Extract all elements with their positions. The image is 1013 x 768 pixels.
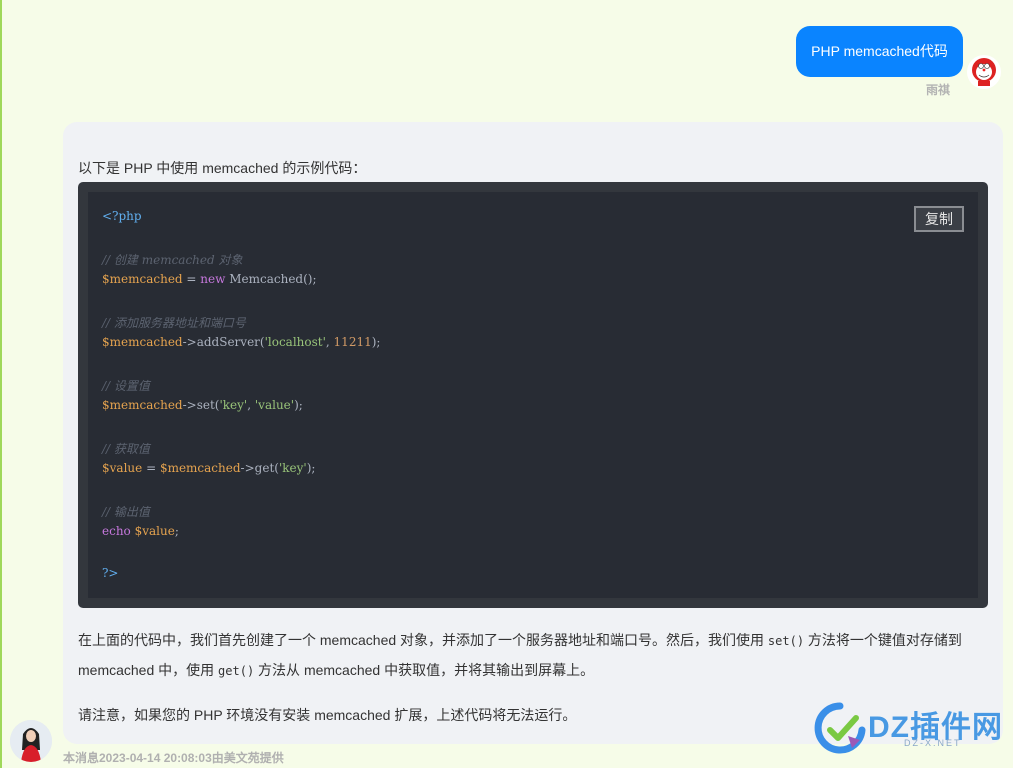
code-token: , xyxy=(247,398,255,412)
code-token: ->addServer( xyxy=(182,335,265,349)
user-name: 雨祺 xyxy=(926,83,951,97)
profile-photo-icon xyxy=(10,720,52,762)
doraemon-avatar-icon xyxy=(967,55,1001,89)
code-token: 'localhost' xyxy=(264,335,326,349)
inline-code: set() xyxy=(767,634,805,648)
code-line: ?> xyxy=(102,566,119,580)
code-comment: // 设置值 xyxy=(102,379,150,393)
code-line: $memcached->set('key', 'value'); xyxy=(102,398,303,412)
code-token: $memcached xyxy=(102,272,183,286)
code-token: ; xyxy=(174,524,179,538)
explanation-paragraph: memcached 中，使用 get() 方法从 memcached 中获取值，… xyxy=(78,660,594,680)
code-token: $value xyxy=(102,461,143,475)
code-token: 11211 xyxy=(333,335,372,349)
watermark-subtext: DZ-X.NET xyxy=(904,738,962,748)
code-token: 'key' xyxy=(278,461,307,475)
code-token: <?php xyxy=(102,209,142,223)
paragraph-text: 方法将一个键值对存储到 xyxy=(804,632,962,648)
code-line: $memcached->addServer('localhost', 11211… xyxy=(102,335,380,349)
explanation-paragraph: 在上面的代码中，我们首先创建了一个 memcached 对象，并添加了一个服务器… xyxy=(78,630,962,650)
code-token: $memcached xyxy=(102,398,183,412)
code-token: ?> xyxy=(102,566,119,580)
code-token: ->set( xyxy=(182,398,220,412)
user-avatar[interactable] xyxy=(966,54,1002,90)
code-token: Memcached(); xyxy=(225,272,317,286)
code-token: ); xyxy=(306,461,316,475)
code-token: $memcached xyxy=(159,461,241,475)
message-source-note: 本消息2023-04-14 20:08:03由美文苑提供 xyxy=(63,751,284,765)
left-border xyxy=(0,0,2,768)
user-message-bubble: PHP memcached代码 xyxy=(796,26,963,77)
code-line: // 输出值 xyxy=(102,503,150,520)
code-token: echo xyxy=(102,524,131,538)
code-comment: // 输出值 xyxy=(102,505,150,519)
code-token: = xyxy=(142,461,160,475)
code-token: ); xyxy=(294,398,303,412)
code-token: = xyxy=(182,272,201,286)
paragraph-text: 在上面的代码中，我们首先创建了一个 memcached 对象，并添加了一个服务器… xyxy=(78,632,768,648)
answer-intro: 以下是 PHP 中使用 memcached 的示例代码： xyxy=(78,160,367,176)
code-token: new xyxy=(200,272,226,286)
code-token: $memcached xyxy=(102,335,183,349)
code-line: <?php xyxy=(102,209,142,223)
paragraph-text: 方法从 memcached 中获取值，并将其输出到屏幕上。 xyxy=(254,662,595,678)
code-token: $value xyxy=(134,524,175,538)
code-token: ); xyxy=(371,335,381,349)
code-line: $memcached = new Memcached(); xyxy=(102,272,317,286)
code-token: 'value' xyxy=(254,398,295,412)
paragraph-text: memcached 中，使用 xyxy=(78,662,219,678)
bot-avatar[interactable] xyxy=(10,720,52,762)
code-line: // 添加服务器地址和端口号 xyxy=(102,314,246,331)
code-token: , xyxy=(325,335,334,349)
dz-logo-icon xyxy=(814,702,866,754)
code-token: ->get( xyxy=(240,461,279,475)
code-comment: // 获取值 xyxy=(102,442,150,456)
code-line: // 设置值 xyxy=(102,377,150,394)
code-comment: // 创建 memcached 对象 xyxy=(102,253,243,267)
code-line: $value = $memcached->get('key'); xyxy=(102,461,315,475)
code-comment: // 添加服务器地址和端口号 xyxy=(102,316,246,330)
inline-code: get() xyxy=(218,664,255,678)
note-paragraph: 请注意，如果您的 PHP 环境没有安装 memcached 扩展，上述代码将无法… xyxy=(78,707,577,723)
code-line: // 创建 memcached 对象 xyxy=(102,251,243,268)
code-token: 'key' xyxy=(219,398,248,412)
code-line: echo $value; xyxy=(102,524,179,538)
copy-code-button[interactable]: 复制 xyxy=(914,206,964,232)
code-line: // 获取值 xyxy=(102,440,150,457)
